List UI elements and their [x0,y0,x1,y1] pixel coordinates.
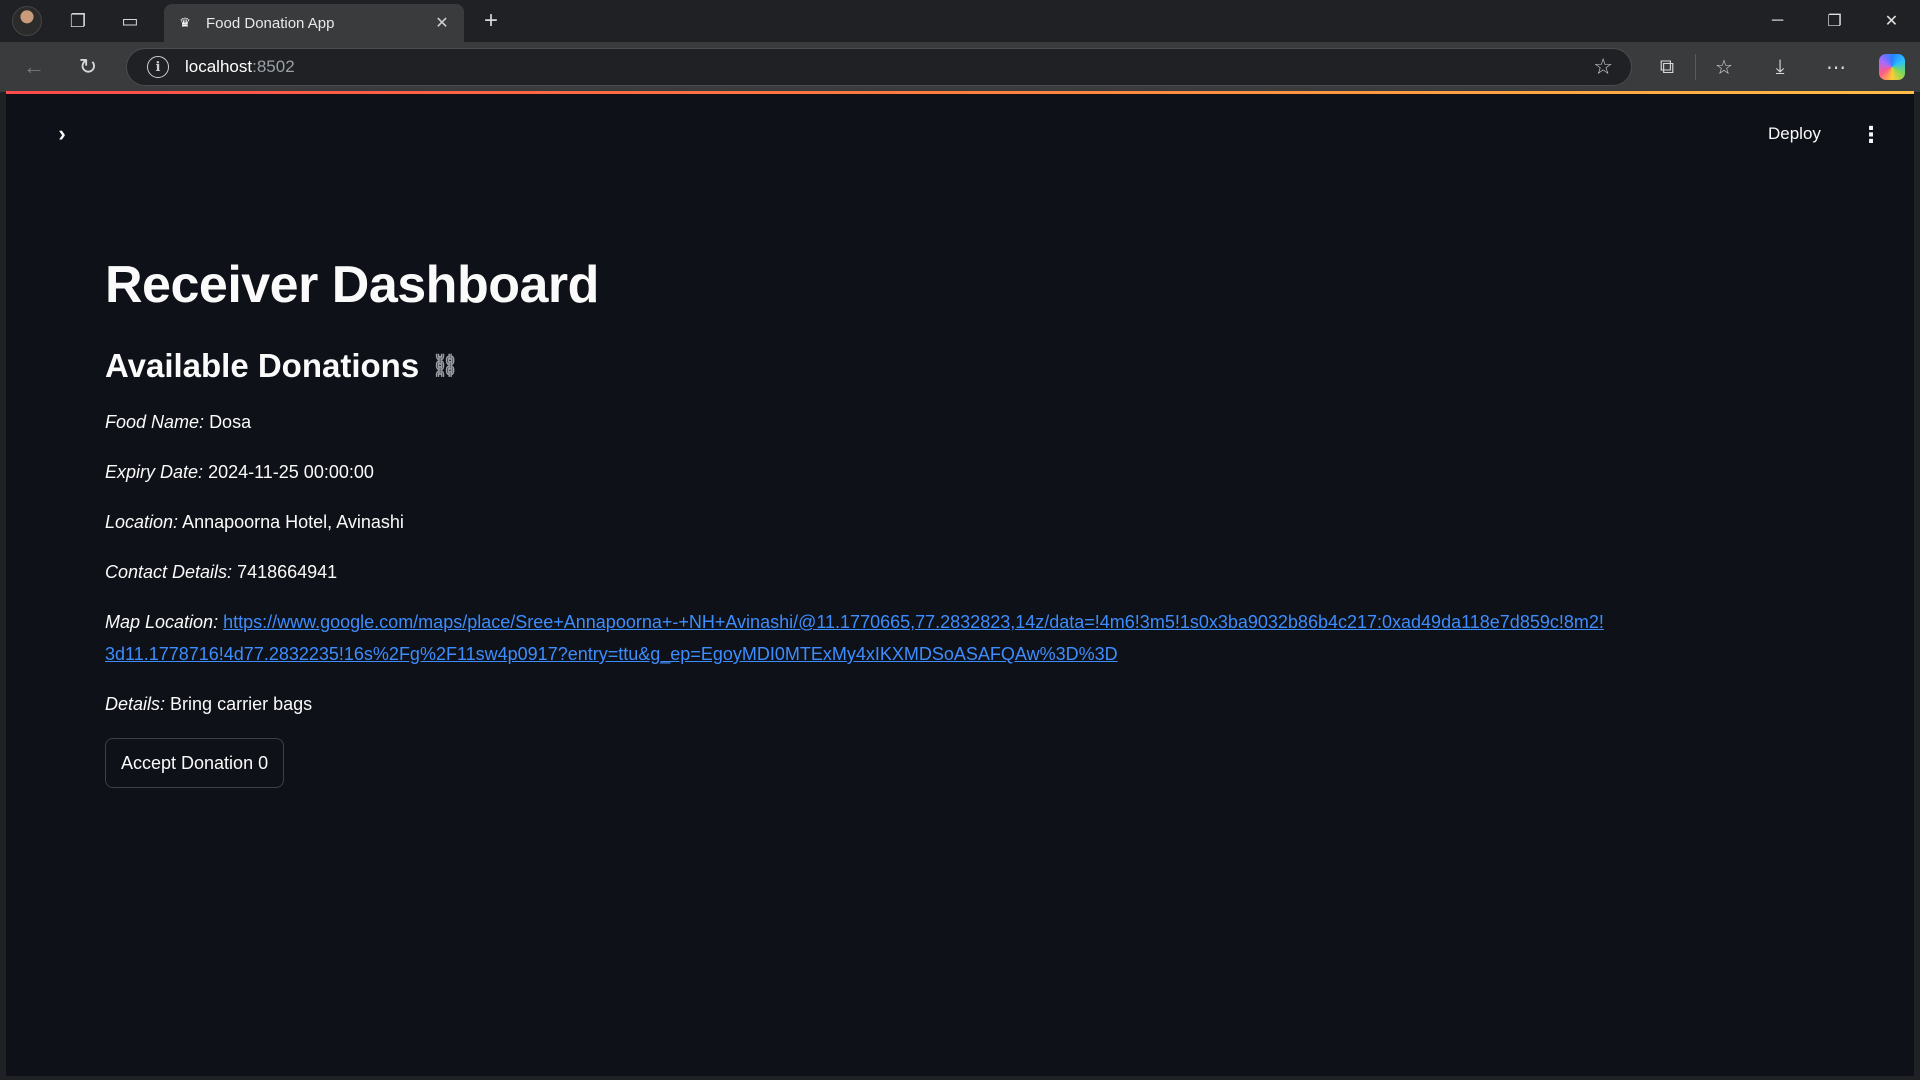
location-value: Annapoorna Hotel, Avinashi [182,512,404,532]
section-title: Available Donations [105,347,420,384]
location-label: Location: [105,512,179,532]
app-viewport: › Deploy ⋮ Receiver Dashboard Available … [6,94,1914,1076]
copilot-icon[interactable] [1864,47,1920,87]
kebab-menu-icon[interactable]: ⋮ [1860,122,1882,148]
streamlit-crown-icon: ♛ [179,15,191,30]
close-tab-icon[interactable]: ✕ [432,13,452,33]
map-location-link[interactable]: https://www.google.com/maps/place/Sree+A… [105,612,1604,664]
url-port: :8502 [252,57,295,76]
expiry-date-row: Expiry Date: 2024-11-25 00:00:00 [105,456,1605,488]
browser-toolbar: ← ↻ i localhost:8502 ☆ ⧉ ☆ ⤓ ⋯ [0,42,1920,92]
expiry-date-value: 2024-11-25 00:00:00 [208,462,374,482]
details-value: Bring carrier bags [170,694,313,714]
details-row: Details: Bring carrier bags [105,688,1605,720]
refresh-icon[interactable]: ↻ [68,47,108,87]
favorite-star-icon[interactable]: ☆ [1593,54,1613,80]
url-host: localhost [185,57,253,76]
expiry-date-label: Expiry Date: [105,462,204,482]
food-name-value: Dosa [209,412,252,432]
food-name-row: Food Name: Dosa [105,406,1605,438]
collections-icon[interactable]: ❐ [60,3,96,39]
map-location-row: Map Location: https://www.google.com/map… [105,606,1605,670]
page-title: Receiver Dashboard [105,256,599,314]
address-bar[interactable]: i localhost:8502 ☆ [126,48,1632,86]
map-location-label: Map Location: [105,612,219,632]
link-icon[interactable]: ⛓ [431,344,459,388]
food-name-label: Food Name: [105,412,205,432]
restore-icon[interactable]: ❐ [1806,0,1863,42]
profile-avatar[interactable] [12,6,42,36]
more-options-icon[interactable]: ⋯ [1808,47,1864,87]
minimize-icon[interactable]: ─ [1749,0,1806,42]
tab-title: Food Donation App [206,14,335,32]
contact-label: Contact Details: [105,562,233,582]
accept-donation-button[interactable]: Accept Donation 0 [105,738,285,788]
toolbar-right-icons: ⧉ ☆ ⤓ ⋯ [1639,42,1920,92]
deploy-button[interactable]: Deploy [1768,124,1821,144]
tab-actions-icon[interactable]: ▭ [112,3,148,39]
chevron-right-icon[interactable]: › [50,121,74,146]
section-heading: Available Donations ⛓ [105,344,1605,388]
contact-row: Contact Details: 7418664941 [105,556,1605,588]
browser-tab-active[interactable]: ♛ Food Donation App ✕ [164,4,464,42]
location-row: Location: Annapoorna Hotel, Avinashi [105,506,1605,538]
window-controls: ─ ❐ ✕ [1749,0,1920,42]
favorites-icon[interactable]: ☆ [1696,47,1752,87]
downloads-icon[interactable]: ⤓ [1752,47,1808,87]
main-content: Receiver Dashboard Available Donations ⛓… [105,254,1605,788]
contact-value: 7418664941 [237,562,338,582]
new-tab-button[interactable]: + [474,4,508,38]
back-arrow-icon[interactable]: ← [14,47,54,87]
details-label: Details: [105,694,166,714]
site-info-icon[interactable]: i [147,56,169,78]
close-window-icon[interactable]: ✕ [1863,0,1920,42]
extensions-icon[interactable]: ⧉ [1639,47,1695,87]
